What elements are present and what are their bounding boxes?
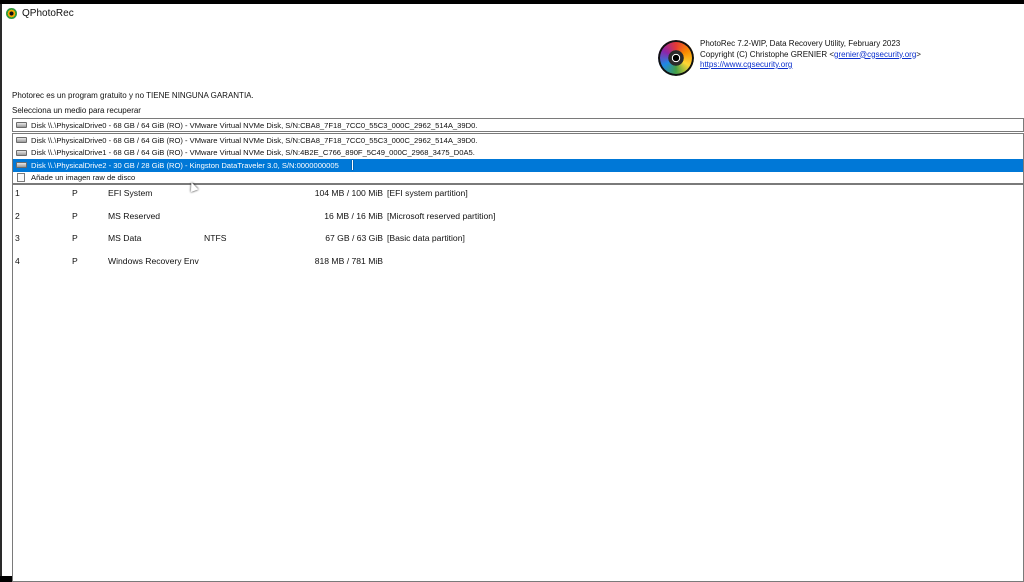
partition-description: [Basic data partition] — [387, 233, 465, 243]
partition-size: 104 MB / 100 MiB — [314, 188, 383, 198]
disk-icon — [16, 162, 27, 169]
qphotorec-window: QPhotoRec PhotoRec 7.2-WIP, Data Recover… — [0, 4, 1024, 582]
partition-number: 2 — [15, 210, 20, 221]
dropdown-item-label: Disk \\.\PhysicalDrive2 - 30 GB / 28 GiB… — [31, 160, 339, 170]
copyright-prefix: Copyright (C) Christophe GRENIER < — [700, 49, 835, 59]
website-link[interactable]: https://www.cgsecurity.org — [700, 60, 792, 69]
table-row[interactable]: 2 P MS Reserved 16 MB / 16 MiB [Microsof… — [13, 208, 1023, 231]
partition-number: 3 — [15, 233, 20, 243]
dropdown-item-add-raw-image[interactable]: Añade un imagen raw de disco — [13, 172, 1023, 185]
dropdown-item-label: Añade un imagen raw de disco — [31, 173, 136, 183]
dropdown-item-label: Disk \\.\PhysicalDrive0 - 68 GB / 64 GiB… — [31, 135, 478, 145]
partition-name: MS Reserved — [108, 210, 161, 221]
email-link[interactable]: grenier@cgsecurity.org — [834, 50, 916, 59]
partition-name: EFI System — [108, 188, 153, 198]
partition-type: P — [72, 255, 78, 266]
partition-type: P — [72, 233, 78, 243]
table-row[interactable]: 3 P MS Data NTFS 67 GB / 63 GiB [Basic d… — [13, 230, 1023, 253]
partition-size: 67 GB / 63 GiB — [325, 233, 383, 243]
partition-name: Windows Recovery Env — [108, 255, 199, 266]
text-cursor-icon — [352, 160, 353, 170]
partition-description: [Microsoft reserved partition] — [387, 210, 496, 221]
disk-dropdown-list: Disk \\.\PhysicalDrive0 - 68 GB / 64 GiB… — [12, 133, 1024, 184]
copyright-suffix: > — [916, 49, 921, 59]
app-icon — [6, 7, 17, 19]
partition-size: 818 MB / 781 MiB — [314, 255, 383, 266]
copyright-line: Copyright (C) Christophe GRENIER <grenie… — [700, 50, 921, 61]
partition-size: 16 MB / 16 MiB — [324, 210, 383, 221]
window-title: QPhotoRec — [22, 7, 74, 19]
partition-type: P — [72, 210, 78, 221]
disk-icon — [16, 149, 27, 156]
disk-icon — [16, 122, 27, 128]
version-line: PhotoRec 7.2-WIP, Data Recovery Utility,… — [700, 39, 901, 48]
combo-current-value: Disk \\.\PhysicalDrive0 - 68 GB / 64 GiB… — [31, 120, 478, 130]
photorec-logo-icon — [658, 40, 694, 76]
select-media-label: Selecciona un medio para recuperar — [12, 106, 141, 115]
partition-table[interactable]: 1 P EFI System 104 MB / 100 MiB [EFI sys… — [12, 184, 1024, 582]
about-panel: PhotoRec 7.2-WIP, Data Recovery Utility,… — [658, 39, 921, 76]
partition-filesystem: NTFS — [204, 233, 227, 243]
about-text: PhotoRec 7.2-WIP, Data Recovery Utility,… — [700, 39, 921, 71]
dropdown-item-physicaldrive2[interactable]: Disk \\.\PhysicalDrive2 - 30 GB / 28 GiB… — [13, 159, 1023, 172]
dropdown-item-physicaldrive1[interactable]: Disk \\.\PhysicalDrive1 - 68 GB / 64 GiB… — [13, 147, 1023, 160]
dropdown-item-label: Disk \\.\PhysicalDrive1 - 68 GB / 64 GiB… — [31, 148, 475, 158]
partition-number: 4 — [15, 255, 20, 266]
disk-select-combobox[interactable]: Disk \\.\PhysicalDrive0 - 68 GB / 64 GiB… — [12, 118, 1024, 132]
partition-number: 1 — [15, 188, 20, 198]
partition-type: P — [72, 188, 78, 198]
file-icon — [17, 173, 25, 183]
disk-icon — [16, 137, 27, 144]
table-row[interactable]: 1 P EFI System 104 MB / 100 MiB [EFI sys… — [13, 185, 1023, 208]
partition-name: MS Data — [108, 233, 142, 243]
intro-text: Photorec es un program gratuito y no TIE… — [12, 91, 254, 100]
table-row[interactable]: 4 P Windows Recovery Env 818 MB / 781 Mi… — [13, 253, 1023, 276]
partition-description: [EFI system partition] — [387, 188, 468, 198]
title-bar[interactable]: QPhotoRec — [2, 4, 1024, 22]
dropdown-item-physicaldrive0[interactable]: Disk \\.\PhysicalDrive0 - 68 GB / 64 GiB… — [13, 134, 1023, 147]
main-content: PhotoRec 7.2-WIP, Data Recovery Utility,… — [2, 22, 1024, 582]
